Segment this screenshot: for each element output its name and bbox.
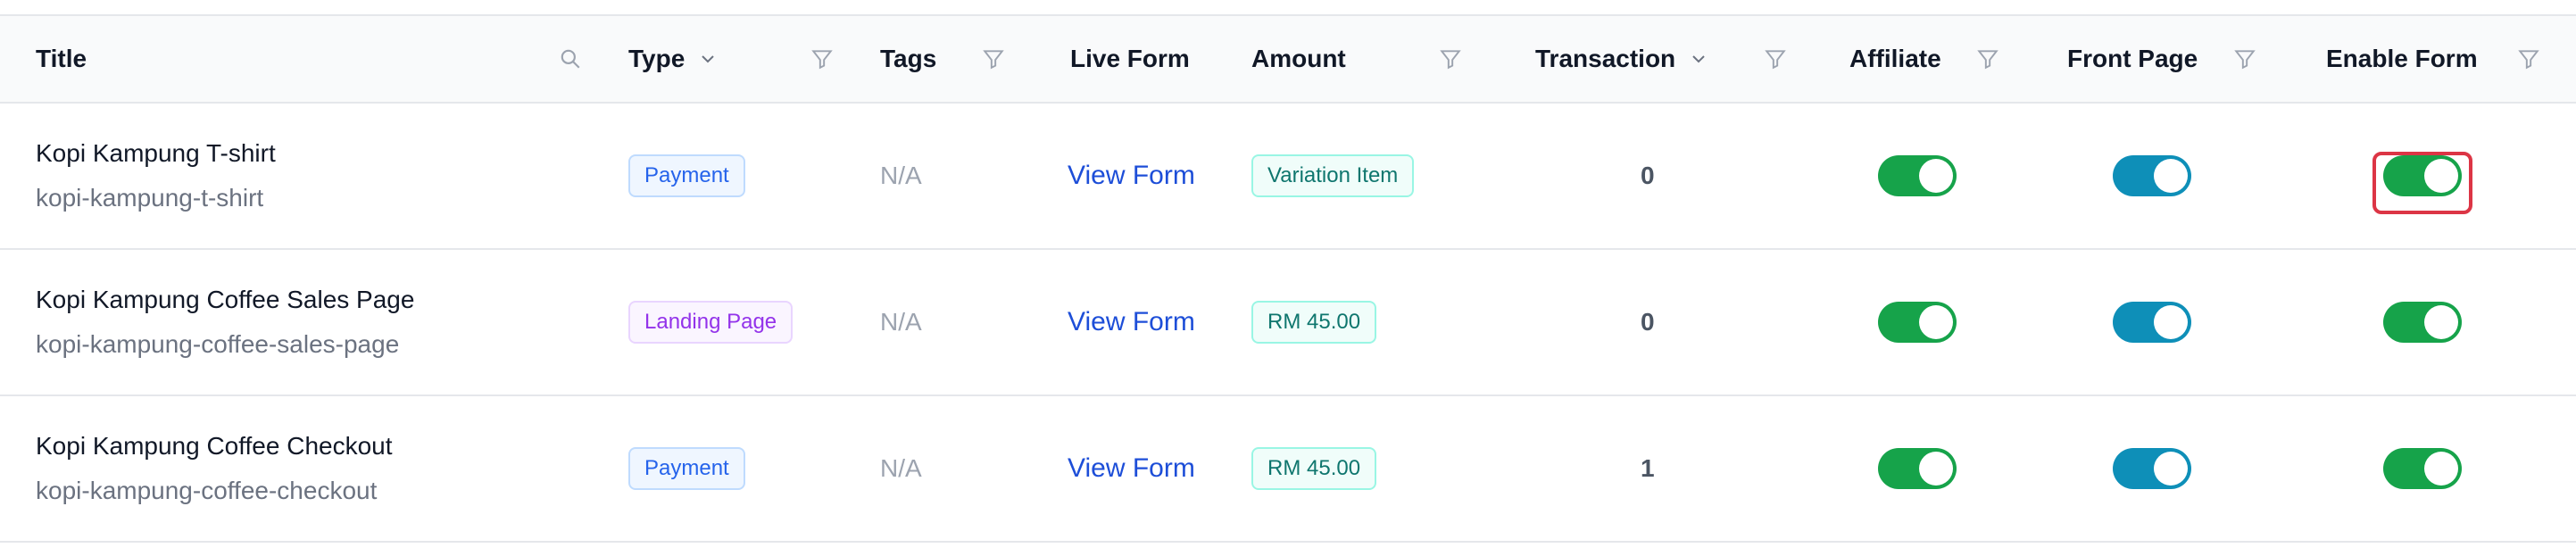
search-icon[interactable] xyxy=(559,16,582,102)
chevron-down-icon[interactable] xyxy=(1688,48,1709,70)
tags-value: N/A xyxy=(880,162,922,189)
amount-cell: RM 45.00 xyxy=(1251,250,1377,394)
affiliate-cell xyxy=(1878,396,1957,541)
toggle-knob xyxy=(1919,305,1953,339)
tags-cell: N/A xyxy=(880,250,922,394)
col-amount-label: Amount xyxy=(1251,45,1346,72)
filter-icon[interactable] xyxy=(982,16,1005,102)
type-cell: Landing Page xyxy=(628,250,794,394)
filter-icon[interactable] xyxy=(1764,16,1787,102)
amount-cell: Variation Item xyxy=(1251,104,1415,248)
transaction-cell: 0 xyxy=(1641,104,1655,248)
tags-cell: N/A xyxy=(880,104,922,248)
front-page-toggle[interactable] xyxy=(2113,155,2191,196)
col-title-label: Title xyxy=(36,45,87,72)
form-title[interactable]: Kopi Kampung Coffee Sales Page xyxy=(36,287,414,312)
form-slug: kopi-kampung-coffee-sales-page xyxy=(36,330,400,358)
title-cell: Kopi Kampung T-shirt kopi-kampung-t-shir… xyxy=(36,104,276,248)
col-transaction-label: Transaction xyxy=(1535,45,1676,72)
view-form-link[interactable]: View Form xyxy=(1068,161,1195,191)
toggle-knob xyxy=(2154,159,2188,193)
col-transaction-header[interactable]: Transaction xyxy=(1535,16,1709,102)
chevron-down-icon[interactable] xyxy=(697,48,719,70)
view-form-link[interactable]: View Form xyxy=(1068,453,1195,484)
amount-badge: Variation Item xyxy=(1251,154,1415,197)
transaction-count: 0 xyxy=(1641,308,1655,336)
filter-icon[interactable] xyxy=(2517,16,2540,102)
filter-icon[interactable] xyxy=(1976,16,1999,102)
form-title[interactable]: Kopi Kampung Coffee Checkout xyxy=(36,434,393,459)
affiliate-cell xyxy=(1878,250,1957,394)
col-front-page-header[interactable]: Front Page xyxy=(2067,16,2198,102)
front-page-toggle[interactable] xyxy=(2113,302,2191,343)
transaction-cell: 1 xyxy=(1641,396,1655,541)
type-badge: Landing Page xyxy=(628,301,794,344)
toggle-knob xyxy=(1919,159,1953,193)
tags-value: N/A xyxy=(880,308,922,336)
view-form-link[interactable]: View Form xyxy=(1068,307,1195,337)
enable-form-toggle[interactable] xyxy=(2383,302,2462,343)
front-page-toggle[interactable] xyxy=(2113,448,2191,489)
table-row[interactable]: Kopi Kampung T-shirt kopi-kampung-t-shir… xyxy=(0,104,2576,250)
transaction-count: 0 xyxy=(1641,162,1655,189)
enable-form-toggle[interactable] xyxy=(2383,448,2462,489)
live-form-cell: View Form xyxy=(1068,250,1195,394)
form-title[interactable]: Kopi Kampung T-shirt xyxy=(36,141,276,166)
amount-cell: RM 45.00 xyxy=(1251,396,1377,541)
table-row[interactable]: Kopi Kampung Coffee Sales Page kopi-kamp… xyxy=(0,250,2576,396)
col-amount-header[interactable]: Amount xyxy=(1251,16,1346,102)
toggle-knob xyxy=(1919,452,1953,486)
col-live-form-label: Live Form xyxy=(1070,45,1190,72)
col-enable-form-label: Enable Form xyxy=(2326,45,2478,72)
enable-form-cell xyxy=(2383,396,2462,541)
tags-cell: N/A xyxy=(880,396,922,541)
type-badge: Payment xyxy=(628,447,745,490)
toggle-knob xyxy=(2154,452,2188,486)
type-badge: Payment xyxy=(628,154,745,197)
toggle-knob xyxy=(2424,452,2458,486)
col-affiliate-label: Affiliate xyxy=(1849,45,1941,72)
transaction-count: 1 xyxy=(1641,454,1655,482)
highlight-box xyxy=(2372,152,2472,214)
affiliate-toggle[interactable] xyxy=(1878,155,1957,196)
toggle-knob xyxy=(2424,305,2458,339)
table-header: Title Type Tags Live Form Amount Transac… xyxy=(0,16,2576,104)
forms-table: Title Type Tags Live Form Amount Transac… xyxy=(0,14,2576,543)
type-cell: Payment xyxy=(628,104,745,248)
transaction-cell: 0 xyxy=(1641,250,1655,394)
col-tags-header[interactable]: Tags xyxy=(880,16,936,102)
front-page-cell xyxy=(2113,104,2191,248)
col-live-form-header: Live Form xyxy=(1070,16,1190,102)
live-form-cell: View Form xyxy=(1068,396,1195,541)
amount-badge: RM 45.00 xyxy=(1251,447,1377,490)
affiliate-cell xyxy=(1878,104,1957,248)
col-front-page-label: Front Page xyxy=(2067,45,2198,72)
col-affiliate-header[interactable]: Affiliate xyxy=(1849,16,1941,102)
front-page-cell xyxy=(2113,396,2191,541)
affiliate-toggle[interactable] xyxy=(1878,448,1957,489)
toggle-knob xyxy=(2154,305,2188,339)
col-tags-label: Tags xyxy=(880,45,937,72)
enable-form-cell xyxy=(2383,250,2462,394)
table-row[interactable]: Kopi Kampung Coffee Checkout kopi-kampun… xyxy=(0,396,2576,543)
form-slug: kopi-kampung-coffee-checkout xyxy=(36,477,378,504)
col-type-label: Type xyxy=(628,45,686,72)
filter-icon[interactable] xyxy=(810,16,834,102)
filter-icon[interactable] xyxy=(1439,16,1462,102)
amount-badge: RM 45.00 xyxy=(1251,301,1377,344)
title-cell: Kopi Kampung Coffee Checkout kopi-kampun… xyxy=(36,396,393,541)
type-cell: Payment xyxy=(628,396,745,541)
col-enable-form-header[interactable]: Enable Form xyxy=(2326,16,2478,102)
front-page-cell xyxy=(2113,250,2191,394)
col-type-header[interactable]: Type xyxy=(628,16,719,102)
col-title-header[interactable]: Title xyxy=(36,16,87,102)
live-form-cell: View Form xyxy=(1068,104,1195,248)
form-slug: kopi-kampung-t-shirt xyxy=(36,184,264,212)
title-cell: Kopi Kampung Coffee Sales Page kopi-kamp… xyxy=(36,250,414,394)
affiliate-toggle[interactable] xyxy=(1878,302,1957,343)
filter-icon[interactable] xyxy=(2233,16,2256,102)
tags-value: N/A xyxy=(880,454,922,482)
